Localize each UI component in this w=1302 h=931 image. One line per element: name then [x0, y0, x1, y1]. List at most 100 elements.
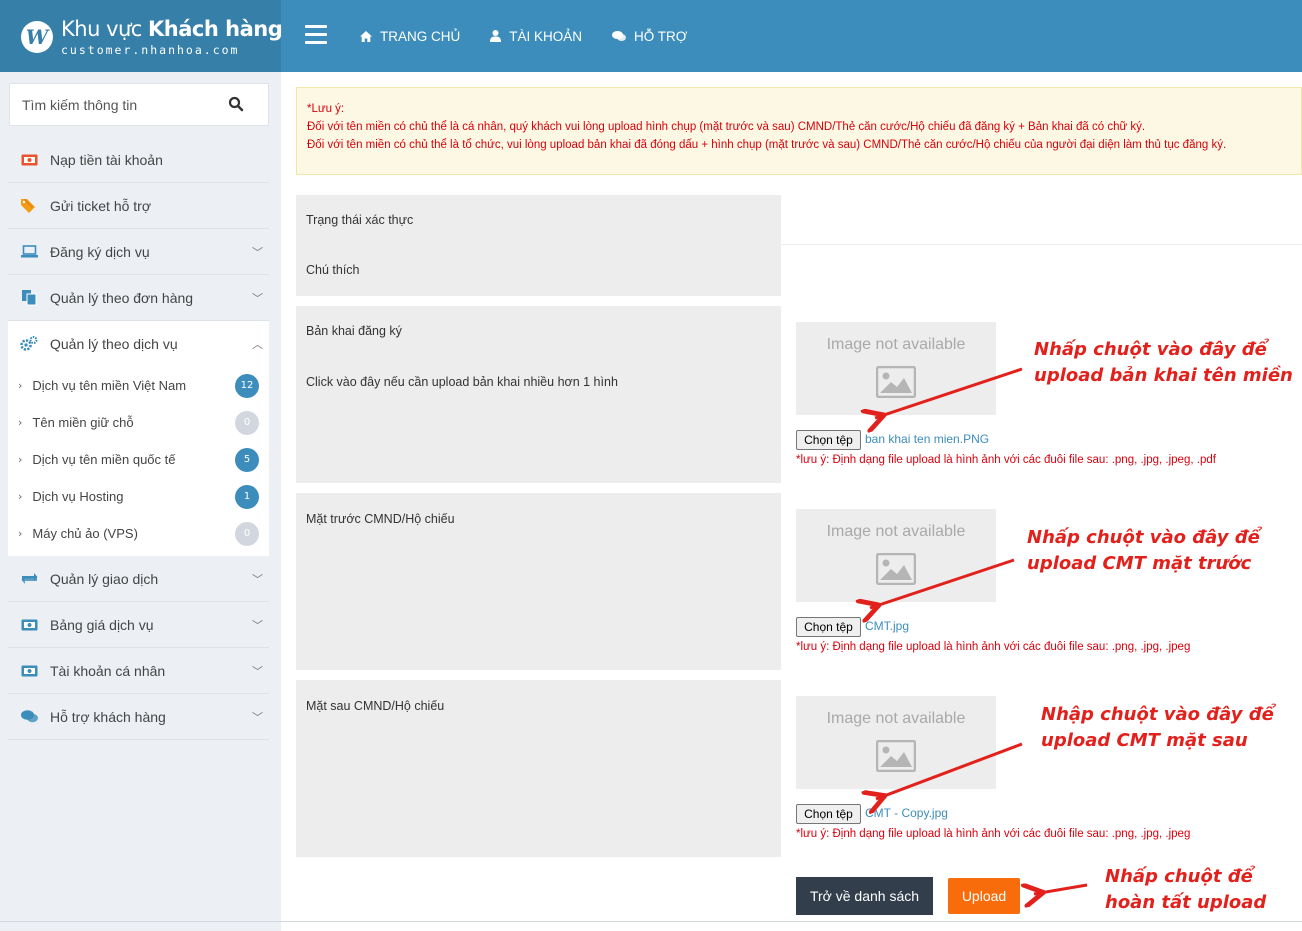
choose-file-button[interactable]: Chọn tệp — [796, 617, 861, 637]
status-value — [781, 195, 1302, 296]
file-name: CMT - Copy.jpg — [865, 806, 948, 820]
format-note: *lưu ý: Định dạng file upload là hình ản… — [796, 641, 1191, 653]
chevron-right-icon: › — [18, 379, 23, 392]
submenu-item-label: Tên miền giữ chỗ — [32, 415, 134, 430]
exchange-icon — [20, 571, 38, 587]
search-input[interactable] — [10, 84, 220, 125]
sidebar-item-pricing[interactable]: Bảng giá dịch vụ ﹀ — [8, 602, 269, 648]
chevron-down-icon: ﹀ — [252, 246, 263, 259]
sidebar-item-deposit[interactable]: Nạp tiền tài khoản — [8, 137, 269, 183]
sidebar-item-label: Hỗ trợ khách hàng — [50, 708, 166, 725]
nav-account-label: TÀI KHOẢN — [509, 28, 583, 44]
choose-file-button[interactable]: Chọn tệp — [796, 430, 861, 450]
notice-box: *Lưu ý: Đối với tên miền có chủ thể là c… — [296, 87, 1302, 175]
sidebar-item-label: Gửi ticket hỗ trợ — [50, 197, 152, 214]
money-icon — [20, 152, 38, 168]
sidebar-item-profile[interactable]: Tài khoản cá nhân ﹀ — [8, 648, 269, 694]
submenu-item-label: Máy chủ ảo (VPS) — [32, 526, 138, 541]
annotation-id-back: Nhập chuột vào đây để upload CMT mặt sau — [1041, 704, 1274, 751]
section-label: Mặt sau CMND/Hộ chiếu — [306, 699, 445, 713]
nav-account[interactable]: TÀI KHOẢN — [490, 29, 582, 44]
chevron-up-icon: ︿ — [252, 338, 263, 351]
cogs-icon — [20, 336, 38, 352]
choose-file-button[interactable]: Chọn tệp — [796, 804, 861, 824]
logo[interactable]: W Khu vực Khách hàng customer.nhanhoa.co… — [0, 0, 283, 72]
chat-icon — [20, 709, 38, 725]
sidebar-item-support[interactable]: Hỗ trợ khách hàng ﹀ — [8, 694, 269, 740]
file-name: ban khai ten mien.PNG — [865, 432, 990, 446]
hamburger-menu-icon[interactable] — [305, 25, 327, 47]
logo-subtitle: customer.nhanhoa.com — [61, 43, 240, 57]
nav-support-label: HỖ TRỢ — [634, 28, 688, 44]
chat-icon — [612, 30, 627, 41]
home-icon — [360, 30, 372, 42]
sidebar-item-label: Quản lý theo đơn hàng — [50, 289, 194, 306]
chevron-right-icon: › — [18, 527, 23, 540]
count-badge: 0 — [235, 522, 259, 546]
main-content: *Lưu ý: Đối với tên miền có chủ thể là c… — [281, 72, 1302, 931]
image-icon — [876, 366, 916, 398]
file-name: CMT.jpg — [865, 619, 910, 633]
chevron-down-icon: ﹀ — [252, 292, 263, 305]
status-row: Trạng thái xác thực Chú thích — [296, 195, 1302, 296]
sidebar-item-label: Bảng giá dịch vụ — [50, 616, 154, 633]
sidebar-item-services[interactable]: Quản lý theo dịch vụ ︿ — [8, 321, 269, 367]
comment-label: Chú thích — [306, 263, 360, 277]
money-icon — [20, 617, 38, 633]
sidebar-item-ticket[interactable]: Gửi ticket hỗ trợ — [8, 183, 269, 229]
sidebar-item-register[interactable]: Đăng ký dịch vụ ﹀ — [8, 229, 269, 275]
chevron-down-icon: ﹀ — [252, 665, 263, 678]
sidebar-item-transactions[interactable]: Quản lý giao dịch ﹀ — [8, 556, 269, 602]
services-submenu: › Dịch vụ tên miền Việt Nam 12 › Tên miề… — [8, 367, 269, 556]
count-badge: 5 — [235, 448, 259, 472]
logo-title: Khu vực Khách hàng — [61, 17, 283, 41]
laptop-icon — [20, 244, 38, 260]
copy-icon — [20, 289, 38, 306]
format-note: *lưu ý: Định dạng file upload là hình ản… — [796, 454, 1216, 466]
chevron-right-icon: › — [18, 490, 23, 503]
submenu-item-reserved-domain[interactable]: › Tên miền giữ chỗ 0 — [8, 404, 269, 441]
upload-row-declaration: Bản khai đăng ký Click vào đây nếu cần u… — [296, 306, 1302, 483]
chevron-down-icon: ﹀ — [252, 619, 263, 632]
count-badge: 0 — [235, 411, 259, 435]
submenu-item-label: Dịch vụ Hosting — [32, 489, 124, 504]
top-header: W Khu vực Khách hàng customer.nhanhoa.co… — [0, 0, 1302, 72]
upload-row-id-front: Mặt trước CMND/Hộ chiếu Image not availa… — [296, 493, 1302, 670]
annotation-upload: Nhấp chuột để hoàn tất upload — [1105, 866, 1267, 913]
submenu-item-intl-domain[interactable]: › Dịch vụ tên miền quốc tế 5 — [8, 441, 269, 478]
submenu-item-vn-domain[interactable]: › Dịch vụ tên miền Việt Nam 12 — [8, 367, 269, 404]
image-placeholder: Image not available — [796, 322, 996, 415]
upload-button[interactable]: Upload — [948, 878, 1020, 914]
notice-line-2: Đối với tên miền có chủ thể là tổ chức, … — [307, 139, 1227, 151]
image-placeholder: Image not available — [796, 696, 996, 789]
top-nav: TRANG CHỦ TÀI KHOẢN HỖ TRỢ — [360, 0, 717, 72]
sidebar-item-label: Quản lý giao dịch — [50, 570, 159, 587]
submenu-item-label: Dịch vụ tên miền quốc tế — [32, 452, 176, 467]
submenu-item-label: Dịch vụ tên miền Việt Nam — [32, 378, 187, 393]
back-to-list-button[interactable]: Trở về danh sách — [796, 877, 933, 915]
sidebar-item-label: Tài khoản cá nhân — [50, 662, 166, 679]
tag-icon — [20, 198, 38, 214]
section-label: Mặt trước CMND/Hộ chiếu — [306, 512, 455, 526]
money-icon — [20, 663, 38, 679]
chevron-down-icon: ﹀ — [252, 573, 263, 586]
search-box — [9, 83, 269, 126]
annotation-declaration: Nhấp chuột vào đây để upload bản khai tê… — [1034, 339, 1293, 386]
submenu-item-hosting[interactable]: › Dịch vụ Hosting 1 — [8, 478, 269, 515]
sidebar-menu: Nạp tiền tài khoản Gửi ticket hỗ trợ Đăn… — [8, 137, 269, 740]
sidebar: Nạp tiền tài khoản Gửi ticket hỗ trợ Đăn… — [0, 72, 281, 931]
user-icon — [490, 30, 502, 42]
logo-icon: W — [21, 21, 53, 53]
image-icon — [876, 740, 916, 772]
sidebar-item-label: Nạp tiền tài khoản — [50, 151, 163, 168]
chevron-right-icon: › — [18, 416, 23, 429]
search-icon[interactable] — [228, 96, 244, 112]
chevron-right-icon: › — [18, 453, 23, 466]
section-label: Bản khai đăng ký — [306, 324, 402, 338]
nav-support[interactable]: HỖ TRỢ — [612, 29, 687, 44]
submenu-item-vps[interactable]: › Máy chủ ảo (VPS) 0 — [8, 515, 269, 552]
sidebar-item-label: Quản lý theo dịch vụ — [50, 336, 178, 352]
nav-home[interactable]: TRANG CHỦ — [360, 29, 460, 44]
upload-more-link[interactable]: Click vào đây nếu cần upload bản khai nh… — [306, 375, 618, 389]
sidebar-item-orders[interactable]: Quản lý theo đơn hàng ﹀ — [8, 275, 269, 321]
